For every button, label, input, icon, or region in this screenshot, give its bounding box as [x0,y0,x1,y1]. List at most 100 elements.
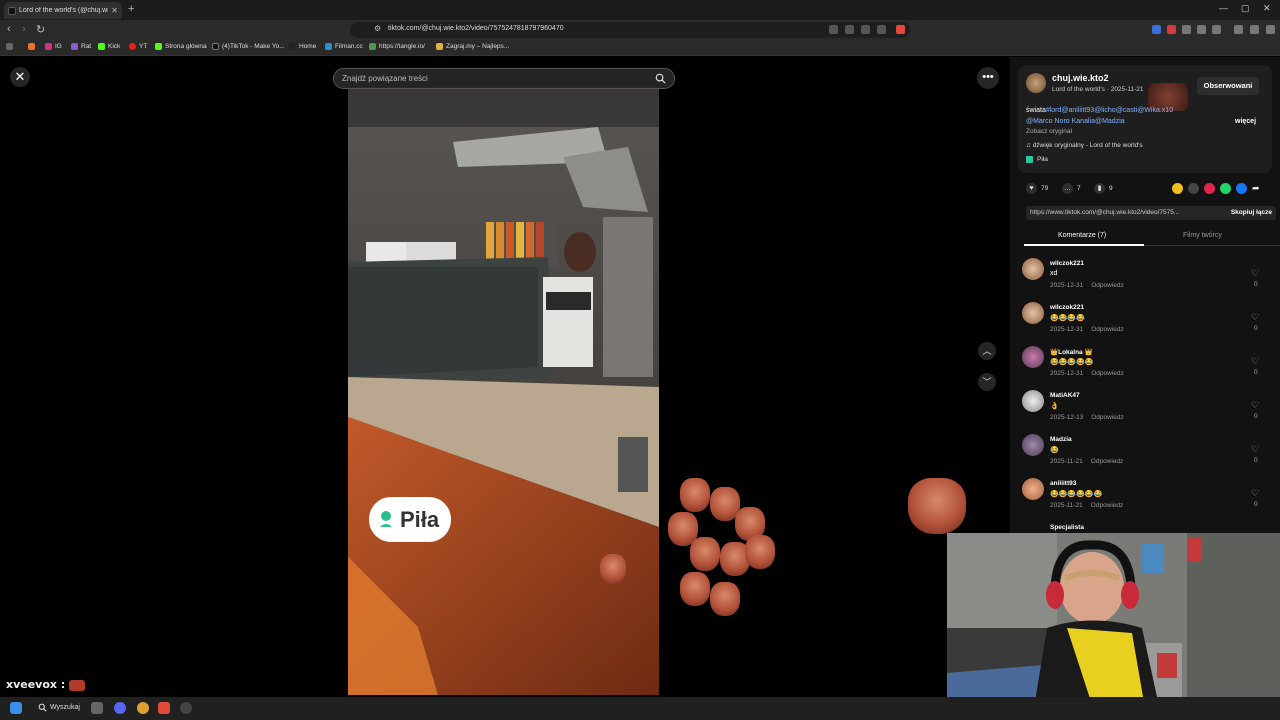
following-button[interactable]: Obserwowani [1197,77,1259,95]
new-tab-icon[interactable]: + [128,3,134,15]
comment-like-icon[interactable]: ♡ [1251,444,1259,455]
brave-icon[interactable] [158,702,170,714]
bookmark-home[interactable]: Home [289,43,316,50]
see-original-link[interactable]: Zobacz oryginał [1026,128,1072,135]
creator-avatar[interactable] [1026,73,1046,93]
site-info-icon[interactable]: ⚙ [374,24,381,33]
bookmark-yt[interactable]: YT [129,43,147,50]
record-extension-icon[interactable] [1167,25,1176,34]
comment-like-count: 0 [1254,501,1258,508]
vpn-icon[interactable] [1250,25,1259,34]
comment-username[interactable]: Madzia [1050,436,1072,443]
menu-icon[interactable] [1266,25,1275,34]
next-video-icon[interactable]: ﹀ [978,373,996,391]
share-page-icon[interactable] [877,25,886,34]
previous-video-icon[interactable]: ︿ [978,342,996,360]
music-note-icon: ♫ [1026,142,1031,149]
comment-username[interactable]: MatiAK47 [1050,392,1080,399]
bookmark-filman[interactable]: Filman.cc [325,43,363,50]
translate-icon[interactable] [861,25,870,34]
windows-start-icon[interactable] [10,702,22,714]
audio-extension-icon[interactable] [1152,25,1161,34]
forward-icon[interactable]: › [22,23,26,35]
comment-like-icon[interactable]: ♡ [1251,488,1259,499]
comment-like-icon[interactable]: ♡ [1251,268,1259,279]
post-mentions[interactable]: @Marco Noro Kanalia@Madzia [1026,118,1125,125]
comment-avatar[interactable] [1022,478,1044,500]
reply-button[interactable]: Odpowiedz [1091,458,1124,465]
obs-icon[interactable] [180,702,192,714]
more-options-icon[interactable]: ••• [977,67,999,89]
comment-username[interactable]: Specjalista [1050,524,1084,531]
bookmark-ig[interactable]: IG [45,43,62,50]
address-bar[interactable]: ⚙ tiktok.com/@chuj.wie.kto2/video/757524… [350,22,910,38]
comment-like-icon[interactable]: ♡ [1251,356,1259,367]
bookmark-tiktok[interactable]: (4)TikTok - Make Yo... [212,43,285,50]
reply-button[interactable]: Odpowiedz [1091,502,1124,509]
embed-icon[interactable] [1188,183,1199,194]
comment-avatar[interactable] [1022,434,1044,456]
extension-icon-2[interactable] [845,25,854,34]
apps-grid-icon[interactable] [6,43,13,50]
tab-creator-videos[interactable]: Filmy twórcy [1183,232,1222,239]
comment-avatar[interactable] [1022,302,1044,324]
sidebar-icon[interactable] [1212,25,1221,34]
share-emoji-icon[interactable] [1172,183,1183,194]
extension-icon-3[interactable] [1182,25,1191,34]
reply-button[interactable]: Odpowiedz [1091,414,1124,421]
comment-username[interactable]: 👑Lokalna 👑 [1050,348,1093,356]
comment-avatar[interactable] [1022,390,1044,412]
like-button[interactable]: ♥ 79 [1026,183,1048,194]
bookmark-kick[interactable]: Kick [98,43,120,50]
more-description-link[interactable]: więcej [1235,118,1256,125]
bookmark-rat[interactable]: Rat [71,43,91,50]
reply-button[interactable]: Odpowiedz [1091,326,1124,333]
window-close-icon[interactable]: ✕ [1263,3,1271,14]
comment-like-icon[interactable]: ♡ [1251,400,1259,411]
bookmark-tangle[interactable]: https://tangle.io/ [369,43,425,50]
tab-comments[interactable]: Komentarze (7) [1058,232,1106,239]
browser-tab[interactable]: Lord of the world's (@chuj.wie.kto2) | T… [4,2,122,19]
reply-button[interactable]: Odpowiedz [1091,282,1124,289]
comment-username[interactable]: aniliitt93 [1050,480,1076,487]
copy-link-button[interactable]: Skopiuj łącze [1231,209,1272,216]
comment-username[interactable]: wilczok221 [1050,260,1084,267]
comment-username[interactable]: wilczok221 [1050,304,1084,311]
bookmark-zagraj[interactable]: Zagraj.my – Najleps... [436,43,509,50]
share-send-icon[interactable] [1204,183,1215,194]
reply-button[interactable]: Odpowiedz [1091,370,1124,377]
taskbar-search[interactable]: Wyszukaj [38,703,80,712]
minimize-icon[interactable]: — [1219,3,1228,13]
media-icon[interactable] [1234,25,1243,34]
share-arrow-icon[interactable]: ➦ [1252,183,1263,194]
creator-username[interactable]: chuj.wie.kto2 [1052,73,1109,83]
maximize-icon[interactable]: ▢ [1241,3,1250,14]
comment-avatar[interactable] [1022,258,1044,280]
extensions-puzzle-icon[interactable] [1197,25,1206,34]
reload-icon[interactable]: ↻ [36,23,45,36]
heart-icon: ♥ [1026,183,1037,194]
comment-like-icon[interactable]: ♡ [1251,312,1259,323]
facebook-icon[interactable] [1236,183,1247,194]
comment-like-count: 0 [1254,413,1258,420]
save-button[interactable]: ▮ 9 [1094,183,1113,194]
comment-button[interactable]: … 7 [1062,183,1081,194]
search-icon[interactable] [655,73,666,84]
brave-shield-icon[interactable] [896,25,905,34]
location-tag[interactable]: Piła [1026,156,1048,163]
bookmark-strona-glowna[interactable]: Strona główna [155,43,207,50]
bookmark-folder-icon[interactable] [28,43,35,50]
whatsapp-icon[interactable] [1220,183,1231,194]
task-view-icon[interactable] [91,702,103,714]
back-icon[interactable]: ‹ [7,23,11,35]
close-video-button[interactable]: ✕ [10,67,30,87]
chrome-icon[interactable] [137,702,149,714]
related-search-input[interactable]: Znajdź powiązane treści [333,68,675,89]
comment-avatar[interactable] [1022,346,1044,368]
share-link-field[interactable]: https://www.tiktok.com/@chuj.wie.kto2/vi… [1026,206,1276,220]
tab-close-icon[interactable]: ✕ [111,6,118,15]
discord-icon[interactable] [114,702,126,714]
sound-link[interactable]: ♫ dźwięk oryginalny - Lord of the world'… [1026,142,1143,149]
extension-icon-1[interactable] [829,25,838,34]
video-player[interactable]: Piła [348,87,659,695]
